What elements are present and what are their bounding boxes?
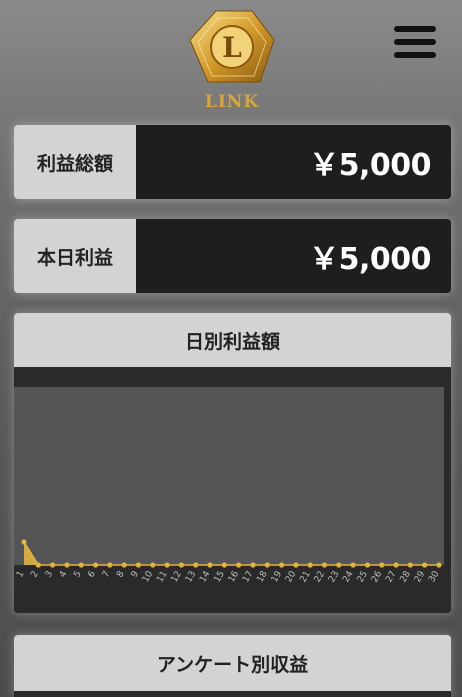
- x-tick-label: 24: [341, 569, 356, 584]
- x-tick-label: 9: [130, 569, 142, 579]
- today-profit-label: 本日利益: [14, 219, 136, 293]
- x-tick-label: 7: [101, 570, 113, 580]
- x-tick-label: 4: [58, 569, 70, 579]
- daily-profit-chart-svg: 1 2 3 4 5 6 7 8 9 10 11 12 13 14 15 16 17 18 19 20 21 22 23 24 2…: [14, 387, 444, 585]
- daily-profit-chart: 1 2 3 4 5 6 7 8 9 10 11 12 13 14 15 16 17 18 19 20 21 22 23 24 2…: [14, 367, 451, 613]
- chart-point-day-28[interactable]: [407, 562, 413, 568]
- chart-point-day-4[interactable]: [64, 562, 70, 568]
- x-tick-label: 8: [115, 569, 127, 579]
- chart-point-day-7[interactable]: [107, 562, 113, 568]
- chart-point-day-21[interactable]: [307, 562, 313, 568]
- survey-revenue-title: アンケート別収益: [14, 635, 451, 691]
- hamburger-menu-icon[interactable]: [394, 26, 436, 58]
- chart-point-day-22[interactable]: [321, 562, 328, 568]
- today-profit-value: ￥5,000: [136, 219, 451, 293]
- x-tick-label: 25: [356, 570, 370, 585]
- chart-point-day-8[interactable]: [121, 562, 127, 568]
- daily-profit-title: 日別利益額: [14, 313, 451, 367]
- chart-point-day-6[interactable]: [92, 562, 99, 568]
- x-tick-label: 3: [44, 570, 56, 580]
- chart-point-day-13[interactable]: [193, 562, 199, 568]
- svg-text:L: L: [222, 31, 242, 64]
- x-tick-label: 28: [399, 569, 414, 584]
- chart-point-day-26[interactable]: [379, 562, 385, 568]
- x-tick-label: 27: [384, 570, 398, 585]
- x-tick-label: 21: [298, 570, 312, 585]
- logo-text: LINK: [204, 92, 260, 112]
- x-tick-label: 13: [184, 570, 198, 585]
- total-profit-panel: 利益総額 ￥5,000: [14, 125, 451, 199]
- x-tick-label: 26: [370, 569, 385, 584]
- x-tick-label: 1: [15, 570, 27, 580]
- chart-point-day-17[interactable]: [250, 562, 256, 568]
- chart-point-day-20[interactable]: [293, 562, 299, 568]
- chart-point-day-27[interactable]: [393, 562, 399, 568]
- chart-point-day-10[interactable]: [150, 562, 156, 568]
- x-tick-label: 30: [427, 569, 442, 584]
- x-tick-label: 29: [413, 569, 428, 584]
- chart-plot-area: [14, 387, 444, 565]
- x-tick-label: 16: [227, 569, 242, 584]
- chart-point-day-14[interactable]: [207, 562, 213, 568]
- x-tick-label: 17: [241, 570, 255, 585]
- x-tick-label: 19: [270, 569, 285, 584]
- chart-point-day-19[interactable]: [278, 562, 285, 568]
- total-profit-label: 利益総額: [14, 125, 136, 199]
- chart-point-day-5[interactable]: [78, 562, 84, 568]
- chart-point-day-23[interactable]: [336, 562, 342, 568]
- survey-revenue-card: アンケート別収益: [14, 635, 451, 697]
- app-header: L LINK: [0, 0, 462, 118]
- chart-point-day-18[interactable]: [264, 562, 270, 568]
- today-profit-panel: 本日利益 ￥5,000: [14, 219, 451, 293]
- chart-point-day-1[interactable]: [21, 539, 27, 545]
- chart-point-day-29[interactable]: [422, 562, 428, 568]
- x-tick-label: 11: [155, 570, 169, 585]
- x-tick-label: 18: [255, 569, 270, 584]
- x-tick-label: 23: [327, 570, 341, 585]
- x-tick-label: 15: [213, 570, 227, 585]
- x-tick-label: 10: [141, 569, 156, 584]
- chart-point-day-3[interactable]: [50, 562, 56, 568]
- x-tick-label: 6: [87, 569, 99, 579]
- x-tick-label: 12: [170, 570, 184, 585]
- chart-point-day-24[interactable]: [350, 562, 356, 568]
- logo-emblem-icon: L: [189, 10, 275, 83]
- chart-point-day-25[interactable]: [364, 562, 371, 568]
- total-profit-value: ￥5,000: [136, 125, 451, 199]
- x-tick-label: 14: [198, 569, 213, 584]
- link-logo[interactable]: L LINK: [186, 8, 278, 114]
- x-tick-label: 5: [72, 570, 84, 580]
- chart-point-day-2[interactable]: [35, 562, 41, 568]
- chart-point-day-12[interactable]: [178, 562, 185, 568]
- daily-profit-card: 日別利益額 1 2 3 4 5 6 7 8 9 10 11 12 13 14 15 16 17 18 19 20 21 2…: [14, 313, 451, 613]
- chart-point-day-11[interactable]: [164, 562, 170, 568]
- chart-point-day-30[interactable]: [436, 562, 442, 568]
- x-tick-label: 20: [284, 569, 299, 584]
- chart-point-day-16[interactable]: [236, 562, 242, 568]
- chart-point-day-9[interactable]: [135, 562, 142, 568]
- chart-point-day-15[interactable]: [221, 562, 227, 568]
- x-tick-label: 2: [29, 570, 41, 580]
- x-tick-label: 22: [313, 570, 327, 585]
